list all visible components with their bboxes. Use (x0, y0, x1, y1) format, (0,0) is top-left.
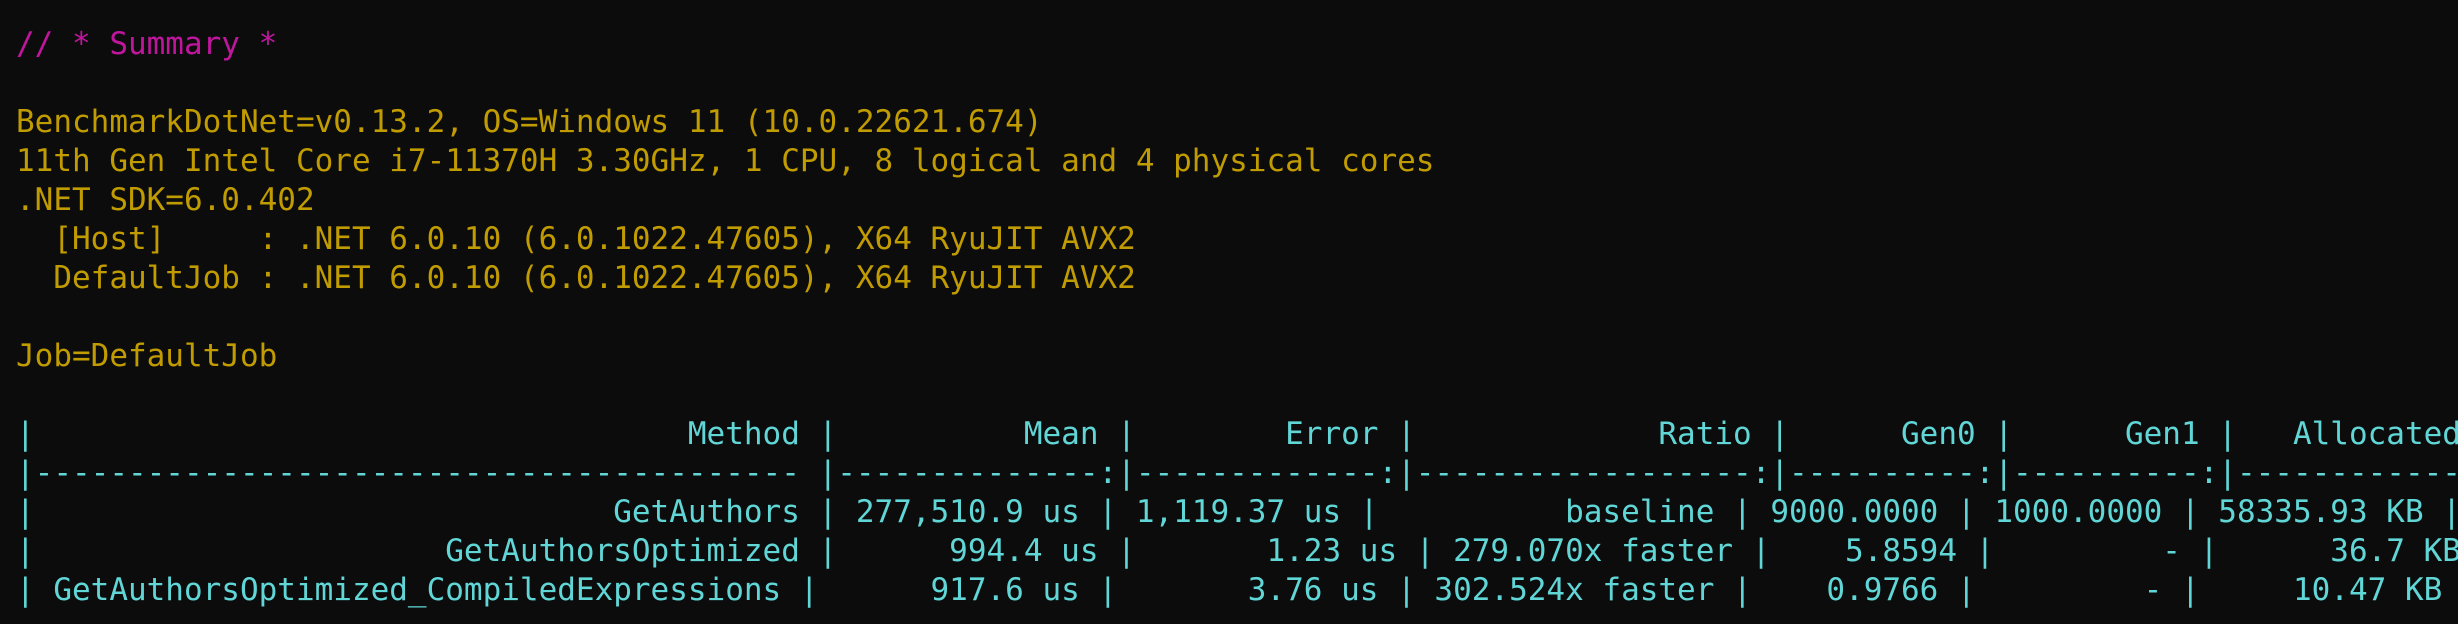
table-row: | GetAuthorsOptimized | 994.4 us | 1.23 … (16, 533, 2458, 569)
table-header: | Method | Mean | Error | Ratio | Gen0 |… (16, 416, 2458, 452)
summary-header: // * Summary * (16, 26, 278, 62)
env-defaultjob-runtime: DefaultJob : .NET 6.0.10 (6.0.1022.47605… (16, 260, 1136, 296)
job-line: Job=DefaultJob (16, 338, 278, 374)
table-row: | GetAuthorsOptimized_CompiledExpression… (16, 572, 2458, 608)
env-benchmark-version: BenchmarkDotNet=v0.13.2, OS=Windows 11 (… (16, 104, 1043, 140)
env-cpu-info: 11th Gen Intel Core i7-11370H 3.30GHz, 1… (16, 143, 1435, 179)
terminal-window[interactable]: // * Summary * BenchmarkDotNet=v0.13.2, … (0, 0, 2458, 624)
env-host-runtime: [Host] : .NET 6.0.10 (6.0.1022.47605), X… (16, 221, 1136, 257)
table-row: | GetAuthors | 277,510.9 us | 1,119.37 u… (16, 494, 2458, 530)
table-separator: |---------------------------------------… (16, 455, 2458, 491)
env-sdk-version: .NET SDK=6.0.402 (16, 182, 315, 218)
